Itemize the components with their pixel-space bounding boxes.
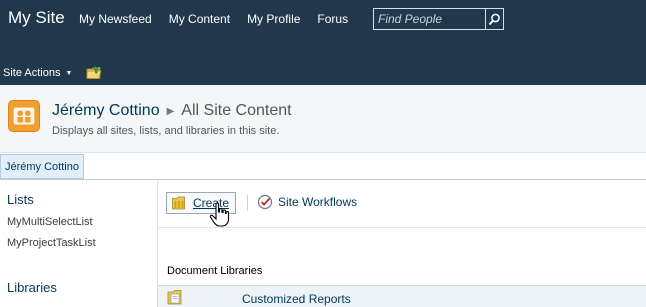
tab-site-home[interactable]: Jérémy Cottino bbox=[0, 154, 84, 179]
document-library-icon bbox=[167, 290, 182, 305]
chevron-down-icon: ▼ bbox=[65, 69, 73, 77]
main-content: Create Site Workflows Document Libraries… bbox=[158, 180, 646, 307]
people-search-box bbox=[373, 8, 504, 30]
page-description: Displays all sites, lists, and libraries… bbox=[52, 125, 280, 137]
top-link-bar: Jérémy Cottino bbox=[0, 153, 646, 180]
library-link-customized-reports[interactable]: Customized Reports bbox=[242, 292, 351, 306]
section-heading-document-libraries: Document Libraries bbox=[167, 265, 263, 277]
workflow-icon bbox=[257, 194, 273, 210]
site-actions-menu[interactable]: Site Actions ▼ bbox=[3, 67, 72, 79]
quick-launch-item-mymultiselectlist[interactable]: MyMultiSelectList bbox=[7, 216, 93, 228]
top-bar: My Site My Newsfeed My Content My Profil… bbox=[0, 0, 646, 85]
nav-my-content[interactable]: My Content bbox=[169, 12, 230, 26]
nav-my-profile[interactable]: My Profile bbox=[247, 12, 300, 26]
site-title-link[interactable]: My Site bbox=[8, 8, 65, 28]
page-header: Jérémy Cottino ▶ All Site Content Displa… bbox=[0, 85, 646, 153]
magnifier-icon bbox=[488, 13, 500, 25]
hand-cursor-icon bbox=[209, 202, 230, 227]
nav-forus[interactable]: Forus bbox=[317, 12, 348, 26]
nav-my-newsfeed[interactable]: My Newsfeed bbox=[79, 12, 152, 26]
people-search-input[interactable] bbox=[374, 9, 485, 29]
quick-launch-item-myprojecttasklist[interactable]: MyProjectTaskList bbox=[7, 237, 96, 249]
search-button[interactable] bbox=[485, 9, 503, 29]
quick-launch: Lists MyMultiSelectList MyProjectTaskLis… bbox=[0, 180, 158, 307]
people-icon bbox=[8, 100, 40, 132]
quick-launch-libraries-heading[interactable]: Libraries bbox=[7, 280, 57, 295]
breadcrumb-site-link[interactable]: Jérémy Cottino bbox=[52, 102, 160, 120]
document-libraries-section: Document Libraries bbox=[158, 259, 646, 286]
breadcrumb-separator-icon: ▶ bbox=[166, 105, 175, 117]
site-actions-label: Site Actions bbox=[3, 67, 61, 79]
table-row[interactable]: Customized Reports bbox=[158, 286, 646, 307]
top-nav: My Newsfeed My Content My Profile Forus bbox=[79, 12, 365, 26]
create-folder-icon bbox=[172, 196, 185, 210]
site-workflows-button[interactable]: Site Workflows bbox=[257, 194, 357, 210]
page-title: All Site Content bbox=[181, 102, 292, 119]
toolbar-divider bbox=[247, 195, 248, 211]
site-workflows-label: Site Workflows bbox=[278, 195, 358, 209]
breadcrumb: Jérémy Cottino ▶ All Site Content bbox=[52, 102, 292, 120]
folder-up-icon[interactable] bbox=[86, 65, 104, 80]
quick-launch-lists-heading[interactable]: Lists bbox=[7, 192, 34, 207]
content-toolbar: Create Site Workflows bbox=[158, 180, 646, 228]
